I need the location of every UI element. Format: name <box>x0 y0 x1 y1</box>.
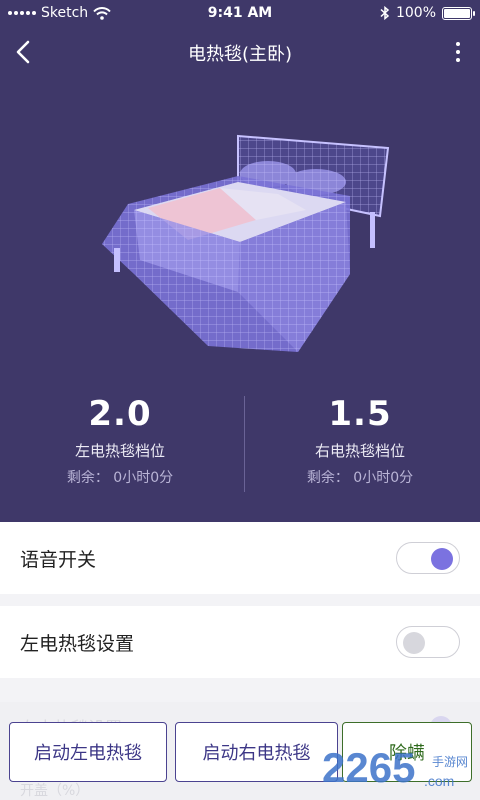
status-right: 100% <box>380 5 475 21</box>
battery-percent: 100% <box>395 5 436 21</box>
nav-bar: 电热毯(主卧) <box>0 30 480 74</box>
right-level-label: 右电热毯档位 <box>314 442 405 460</box>
right-remaining-time: 剩余： 0小时0分 <box>306 470 414 486</box>
status-bar: Sketch 9:41 AM 100% <box>0 0 480 28</box>
right-level-value: 1.5 <box>328 394 392 434</box>
voice-switch-row: 语音开关 <box>0 522 480 594</box>
watermark-sub: 手游网 <box>432 755 468 769</box>
watermark-logo: 2265 .com 手游网 <box>322 744 468 791</box>
page-title: 电热毯(主卧) <box>187 44 293 65</box>
bed-illustration <box>102 134 390 352</box>
voice-switch-toggle[interactable] <box>396 542 460 574</box>
left-level-value: 2.0 <box>88 394 152 434</box>
watermark-suffix: .com <box>424 773 454 789</box>
battery-icon <box>442 6 475 20</box>
more-dot-icon <box>456 42 460 46</box>
left-blanket-status: 2.0 左电热毯档位 剩余： 0小时0分 <box>0 392 240 487</box>
start-right-blanket-button[interactable]: 启动右电热毯 <box>175 722 338 782</box>
left-remaining-time: 剩余： 0小时0分 <box>66 470 174 486</box>
more-options-button[interactable] <box>446 34 470 70</box>
start-left-blanket-button[interactable]: 启动左电热毯 <box>9 722 167 782</box>
bluetooth-icon <box>380 6 390 20</box>
left-blanket-settings-toggle[interactable] <box>396 626 460 658</box>
header-panel: Sketch 9:41 AM 100% 电热毯(主卧) 2.0 左电热毯档位 剩… <box>0 0 480 522</box>
left-blanket-settings-label: 左电热毯设置 <box>20 632 135 655</box>
watermark-number: 2265 <box>322 744 415 791</box>
left-level-label: 左电热毯档位 <box>74 442 165 460</box>
left-blanket-settings-row: 左电热毯设置 <box>0 606 480 678</box>
voice-switch-label: 语音开关 <box>20 548 97 571</box>
right-blanket-status: 1.5 右电热毯档位 剩余： 0小时0分 <box>240 392 480 487</box>
